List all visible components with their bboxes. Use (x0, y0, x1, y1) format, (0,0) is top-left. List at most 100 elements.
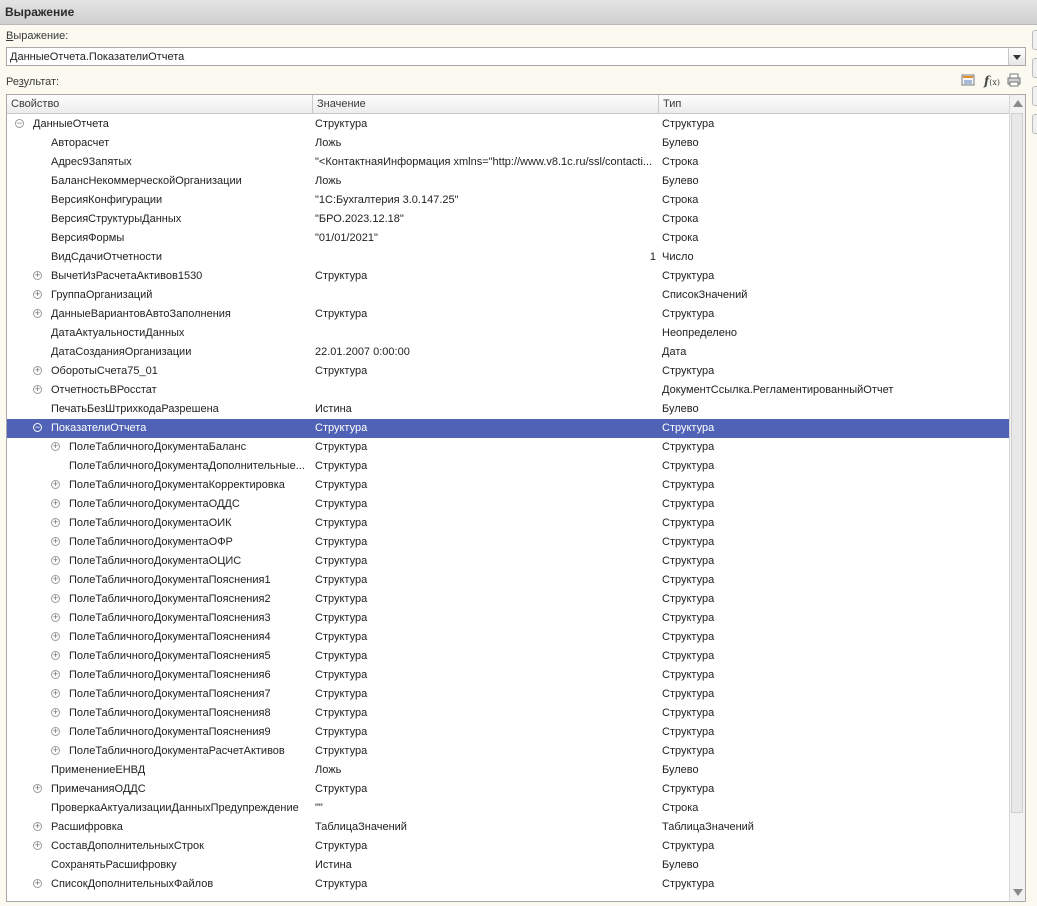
vertical-scrollbar[interactable] (1009, 95, 1025, 901)
table-row[interactable]: + ПолеТабличногоДокументаОИК Структура Стру… (7, 514, 1010, 533)
table-row[interactable]: ПечатьБезШтрихкодаРазрешена Истина Булево (7, 400, 1010, 419)
table-row[interactable]: + ПолеТабличногоДокументаПояснения9 Структ… (7, 723, 1010, 742)
table-row[interactable]: + ПолеТабличногоДокументаПояснения5 Структ… (7, 647, 1010, 666)
chevron-down-icon[interactable] (1008, 48, 1025, 65)
table-row[interactable]: + ПолеТабличногоДокументаРасчетАктивов Стр… (7, 742, 1010, 761)
expand-icon[interactable]: + (51, 537, 60, 546)
expand-icon[interactable]: + (51, 518, 60, 527)
scroll-down-icon[interactable] (1013, 889, 1023, 896)
table-row[interactable]: ДатаАктуальностиДанных Неопределено (7, 324, 1010, 343)
table-row[interactable]: + ВычетИзРасчетаАктивов1530 Структура Струк… (7, 267, 1010, 286)
table-row[interactable]: + ПолеТабличногоДокументаПояснения1 Структ… (7, 571, 1010, 590)
collapse-icon[interactable]: − (33, 423, 42, 432)
expression-field[interactable]: ДанныеОтчета.ПоказателиОтчета (6, 47, 1026, 66)
table-row[interactable]: + ПолеТабличногоДокументаОДДС Структура Стр… (7, 495, 1010, 514)
property-name: Расшифровка (51, 821, 123, 833)
table-row[interactable]: − ДанныеОтчета Структура Структура (7, 115, 1010, 134)
property-name: ПолеТабличногоДокументаДополнительные... (69, 460, 305, 472)
property-name: ВерсияФормы (51, 232, 125, 244)
property-name: ПолеТабличногоДокументаКорректировка (69, 479, 285, 491)
expand-icon[interactable]: + (51, 708, 60, 717)
expand-icon[interactable]: + (33, 385, 42, 394)
expand-icon[interactable]: + (51, 746, 60, 755)
value-cell (315, 286, 656, 305)
expand-icon[interactable]: + (51, 556, 60, 565)
table-row[interactable]: + ПолеТабличногоДокументаПояснения2 Структ… (7, 590, 1010, 609)
expand-icon[interactable]: + (51, 632, 60, 641)
table-row[interactable]: + ПолеТабличногоДокументаОФР Структура Стру… (7, 533, 1010, 552)
table-row[interactable]: Авторасчет Ложь Булево (7, 134, 1010, 153)
table-body: − ДанныеОтчета Структура Структура Авторасче… (7, 115, 1010, 894)
table-row[interactable]: + ПолеТабличногоДокументаПояснения4 Структ… (7, 628, 1010, 647)
table-row[interactable]: ПолеТабличногоДокументаДополнительные...… (7, 457, 1010, 476)
structure-icon[interactable] (960, 73, 976, 89)
expand-icon[interactable]: + (51, 594, 60, 603)
side-button-edge[interactable] (1032, 58, 1037, 78)
table-row[interactable]: + СписокДополнительныхФайлов Структура Стру… (7, 875, 1010, 894)
expand-icon[interactable]: + (51, 670, 60, 679)
value-cell (315, 381, 656, 400)
result-table[interactable]: Свойство Значение Тип − ДанныеОтчета Струк… (6, 94, 1026, 902)
expand-icon[interactable]: + (33, 290, 42, 299)
type-cell: Дата (662, 346, 687, 358)
table-row[interactable]: − ПоказателиОтчета Структура Структура (7, 419, 1010, 438)
expand-icon[interactable]: + (33, 822, 42, 831)
scroll-up-icon[interactable] (1013, 100, 1023, 107)
property-name: ДатаАктуальностиДанных (51, 327, 185, 339)
column-header-value[interactable]: Значение (313, 95, 659, 113)
table-row[interactable]: + ПримечанияОДДС Структура Структура (7, 780, 1010, 799)
table-row[interactable]: ПроверкаАктуализацииДанныхПредупреждение… (7, 799, 1010, 818)
expand-icon[interactable]: + (33, 841, 42, 850)
expand-icon[interactable]: + (51, 442, 60, 451)
expand-icon[interactable]: + (33, 309, 42, 318)
table-row[interactable]: + Расшифровка ТаблицаЗначений ТаблицаЗначен… (7, 818, 1010, 837)
table-row[interactable]: + ПолеТабличногоДокументаПояснения6 Структ… (7, 666, 1010, 685)
print-icon[interactable] (1006, 73, 1022, 89)
collapse-icon[interactable]: − (15, 119, 24, 128)
expand-icon[interactable]: + (51, 499, 60, 508)
table-row[interactable]: + ПолеТабличногоДокументаПояснения3 Структ… (7, 609, 1010, 628)
table-row[interactable]: + ДанныеВариантовАвтоЗаполнения Структура С… (7, 305, 1010, 324)
expand-icon[interactable]: + (51, 613, 60, 622)
type-cell: Строка (662, 213, 699, 225)
expand-icon[interactable]: + (51, 480, 60, 489)
table-row[interactable]: + ПолеТабличногоДокументаПояснения7 Структ… (7, 685, 1010, 704)
table-row[interactable]: + ПолеТабличногоДокументаКорректировка Стр… (7, 476, 1010, 495)
table-row[interactable]: + ПолеТабличногоДокументаБаланс Структура С… (7, 438, 1010, 457)
expand-icon[interactable]: + (51, 651, 60, 660)
expand-icon[interactable]: + (33, 784, 42, 793)
table-row[interactable]: + ОборотыСчета75_01 Структура Структура (7, 362, 1010, 381)
function-icon[interactable]: f(x) (982, 73, 1002, 89)
table-row[interactable]: ВерсияКонфигурации "1С:Бухгалтерия 3.0.14… (7, 191, 1010, 210)
expand-icon[interactable]: + (33, 271, 42, 280)
table-row[interactable]: ВидСдачиОтчетности 1 Число (7, 248, 1010, 267)
expand-icon[interactable]: + (51, 727, 60, 736)
property-name: ПрименениеЕНВД (51, 764, 146, 776)
table-row[interactable]: + СоставДополнительныхСтрок Структура Струк… (7, 837, 1010, 856)
side-button-edge[interactable] (1032, 86, 1037, 106)
value-cell: Истина (315, 859, 352, 871)
table-row[interactable]: СохранятьРасшифровку Истина Булево (7, 856, 1010, 875)
table-row[interactable]: ВерсияФормы "01/01/2021" Строка (7, 229, 1010, 248)
side-button-edge[interactable] (1032, 30, 1037, 50)
expand-icon[interactable]: + (33, 366, 42, 375)
table-row[interactable]: ВерсияСтруктурыДанных "БРО.2023.12.18" Стр… (7, 210, 1010, 229)
property-cell: ВерсияСтруктурыДанных (7, 210, 312, 229)
table-row[interactable]: ДатаСозданияОрганизации 22.01.2007 0:00:0… (7, 343, 1010, 362)
column-header-property[interactable]: Свойство (7, 95, 313, 113)
property-cell: + ПолеТабличногоДокументаБаланс (7, 438, 312, 457)
table-row[interactable]: + ОтчетностьВРосстат ДокументСсылка.Реглам… (7, 381, 1010, 400)
table-row[interactable]: БалансНекоммерческойОрганизации Ложь Булев… (7, 172, 1010, 191)
table-row[interactable]: Адрес9Запятых "<КонтактнаяИнформация xmln… (7, 153, 1010, 172)
table-row[interactable]: ПрименениеЕНВД Ложь Булево (7, 761, 1010, 780)
table-row[interactable]: + ПолеТабличногоДокументаОЦИС Структура Стр… (7, 552, 1010, 571)
expand-icon[interactable]: + (51, 689, 60, 698)
table-row[interactable]: + ГруппаОрганизаций СписокЗначений (7, 286, 1010, 305)
scroll-thumb[interactable] (1011, 113, 1023, 813)
expand-icon[interactable]: + (33, 879, 42, 888)
type-cell: Строка (662, 194, 699, 206)
column-header-type[interactable]: Тип (659, 95, 1010, 113)
table-row[interactable]: + ПолеТабличногоДокументаПояснения8 Структ… (7, 704, 1010, 723)
expand-icon[interactable]: + (51, 575, 60, 584)
side-button-edge[interactable] (1032, 114, 1037, 134)
